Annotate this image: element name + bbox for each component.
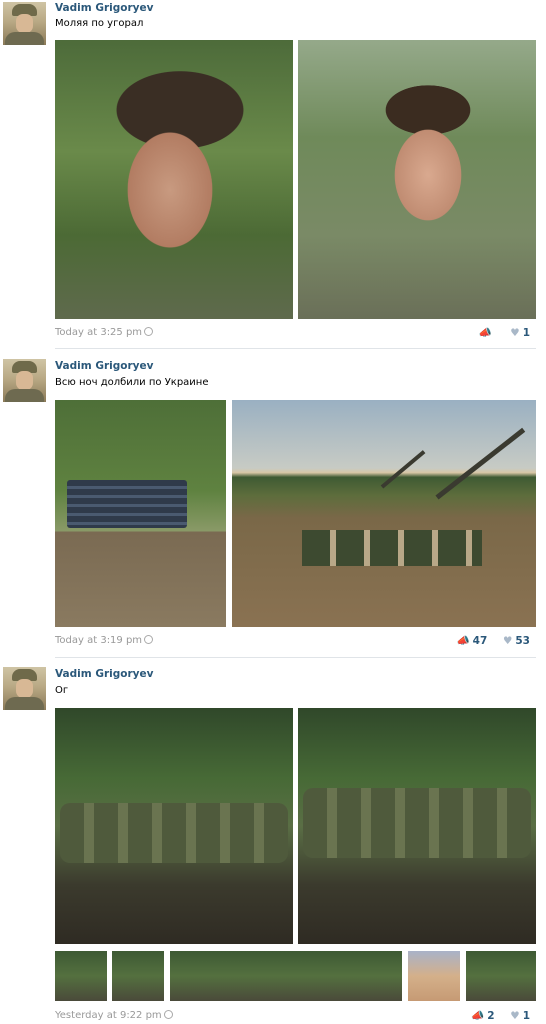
artillery-gun [435, 427, 526, 500]
author-name[interactable]: Vadim Grigoryev [55, 2, 153, 14]
post-time: Today at 3:19 pm [55, 635, 143, 646]
post-stats: 📣 47 ♥ 53 [457, 634, 530, 647]
post-divider [55, 348, 536, 349]
repost-count: 2 [487, 1010, 495, 1022]
post-timestamp[interactable]: Today at 3:25 pm [55, 327, 154, 338]
post-photo[interactable] [298, 708, 536, 944]
like-count: 53 [515, 635, 530, 647]
post-thumbnail[interactable] [112, 951, 164, 1001]
avatar[interactable] [3, 359, 46, 402]
wall-post: Vadim Grigoryev Ог Yesterday at 9:22 pm … [0, 664, 546, 1024]
clock-icon [144, 635, 154, 644]
post-thumbnail[interactable] [170, 951, 402, 1001]
post-thumbnail[interactable] [466, 951, 536, 1001]
avatar[interactable] [3, 667, 46, 710]
post-photo[interactable] [232, 400, 536, 627]
post-photo[interactable] [55, 40, 293, 319]
avatar[interactable] [3, 2, 46, 45]
like-button[interactable]: ♥ 53 [503, 635, 530, 647]
megaphone-icon: 📣 [471, 1010, 485, 1022]
megaphone-icon: 📣 [456, 635, 470, 647]
like-count: 1 [522, 1010, 530, 1022]
post-text: Всю ноч долбили по Украине [55, 377, 209, 388]
post-photo[interactable] [55, 400, 226, 627]
post-timestamp[interactable]: Yesterday at 9:22 pm [55, 1010, 173, 1021]
post-text: Ог [55, 685, 69, 696]
repost-count: 47 [472, 635, 488, 647]
post-thumbnail[interactable] [408, 951, 460, 1001]
clock-icon [163, 1010, 173, 1019]
post-time: Today at 3:25 pm [55, 327, 143, 338]
author-name[interactable]: Vadim Grigoryev [55, 668, 153, 680]
heart-icon: ♥ [502, 635, 513, 647]
heart-icon: ♥ [510, 327, 520, 339]
wall-post: Vadim Grigoryev Всю ноч долбили по Украи… [0, 356, 546, 658]
wall-post: Vadim Grigoryev Моляя по угорал Today at… [0, 0, 546, 350]
post-timestamp[interactable]: Today at 3:19 pm [55, 635, 154, 646]
clock-icon [144, 327, 154, 336]
post-stats: 📣 ♥ 1 [479, 326, 530, 339]
like-button[interactable]: ♥ 1 [510, 327, 530, 339]
ammo-boxes [302, 530, 482, 566]
post-divider [55, 657, 536, 658]
like-count: 1 [522, 327, 530, 339]
repost-button[interactable]: 📣 2 [471, 1010, 494, 1022]
repost-button[interactable]: 📣 47 [457, 635, 488, 647]
author-name[interactable]: Vadim Grigoryev [55, 360, 153, 372]
post-time: Yesterday at 9:22 pm [55, 1010, 162, 1021]
post-photo[interactable] [298, 40, 536, 319]
heart-icon: ♥ [510, 1010, 520, 1022]
soldiers-group [60, 803, 288, 863]
post-thumbnail[interactable] [55, 951, 107, 1001]
megaphone-icon[interactable]: 📣 [479, 327, 492, 339]
artillery-gun [380, 450, 426, 489]
post-stats: 📣 2 ♥ 1 [471, 1009, 530, 1022]
post-photo[interactable] [55, 708, 293, 944]
ammo-crates [67, 480, 187, 528]
soldiers-group [303, 788, 531, 858]
post-text: Моляя по угорал [55, 18, 144, 29]
like-button[interactable]: ♥ 1 [510, 1010, 530, 1022]
